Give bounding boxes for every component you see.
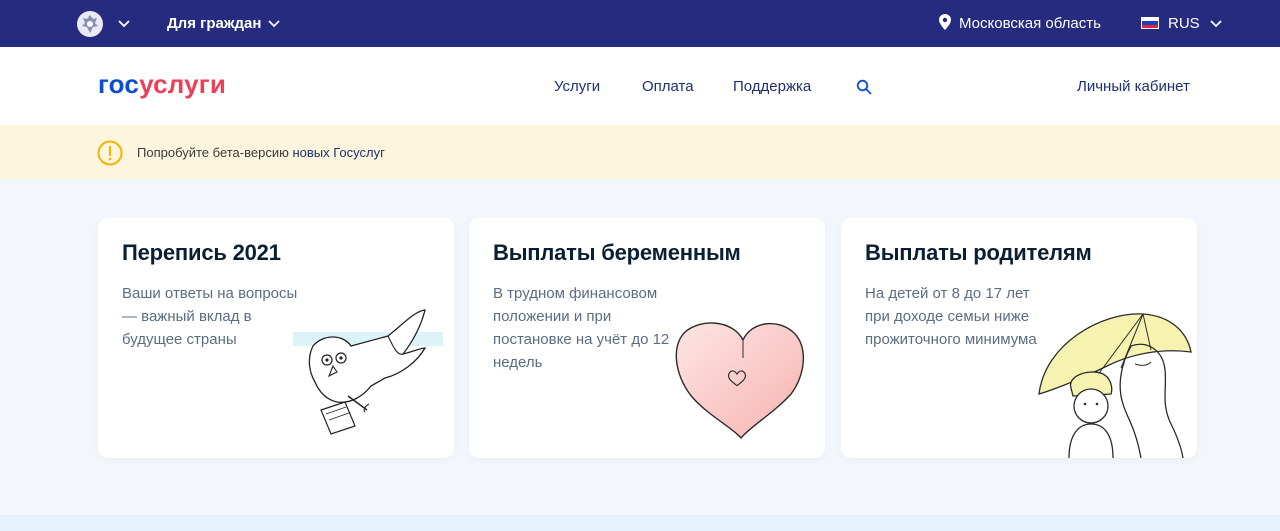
beta-link[interactable]: новых Госуслуг [292,145,384,160]
personal-account-link[interactable]: Личный кабинет [1077,78,1190,95]
parent-umbrella-illustration [1038,313,1192,458]
nav-payment[interactable]: Оплата [642,78,694,95]
warning-icon [97,140,123,166]
nav-support[interactable]: Поддержка [733,78,811,95]
logo-part-uslugi: услуги [139,69,227,99]
chevron-down-icon[interactable] [118,20,130,28]
region-selector[interactable]: Московская область [959,15,1101,32]
logo-part-gos: гос [98,69,140,99]
heart-illustration [675,322,805,440]
card-parent-payments[interactable]: Выплаты родителям На детей от 8 до 17 ле… [841,218,1197,458]
banner-message: Попробуйте бета-версию [137,145,293,160]
card-title: Перепись 2021 [122,240,281,265]
card-description: Ваши ответы на вопросы — важный вклад в … [122,285,298,348]
banner-text: Попробуйте бета-версию новых Госуслуг [137,145,385,160]
card-description: В трудном финансовом положении и при пос… [493,285,670,371]
coat-of-arms-icon[interactable] [76,10,104,38]
russian-flag-icon [1141,17,1159,29]
card-description: На детей от 8 до 17 лет при доходе семьи… [865,285,1037,348]
gosuslugi-logo[interactable]: госуслуги [98,69,226,100]
chevron-down-icon[interactable] [268,20,280,28]
location-pin-icon [939,14,951,30]
card-census[interactable]: Перепись 2021 Ваши ответы на вопросы — в… [98,218,454,458]
card-title: Выплаты беременным [493,240,741,265]
top-bar: Для граждан Московская область RUS [0,0,1280,47]
card-pregnancy-payments[interactable]: Выплаты беременным В трудном финансовом … [469,218,825,458]
for-citizens-menu[interactable]: Для граждан [167,15,261,32]
search-icon[interactable] [856,79,872,95]
main-header: госуслуги Услуги Оплата Поддержка Личный… [0,47,1280,125]
bottom-strip [0,515,1280,531]
chevron-down-icon[interactable] [1210,20,1222,28]
language-selector[interactable]: RUS [1168,15,1200,32]
card-title: Выплаты родителям [865,240,1092,265]
census-bird-illustration [293,309,443,435]
nav-services[interactable]: Услуги [554,78,600,95]
